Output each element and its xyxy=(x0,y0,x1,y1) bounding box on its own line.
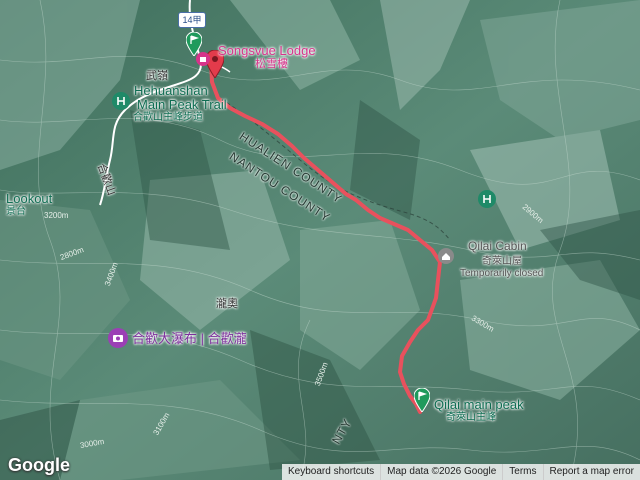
keyboard-shortcuts-link[interactable]: Keyboard shortcuts xyxy=(282,464,380,480)
qilai-cabin-label[interactable]: Qilai Cabin xyxy=(468,239,527,253)
qilai-cabin-sub: 奇萊山屋 xyxy=(482,256,522,267)
hehuan-trail-sub: 合歡山主峰步道 xyxy=(133,112,203,123)
attribution-bar: Keyboard shortcuts Map data ©2026 Google… xyxy=(281,464,640,480)
terms-link[interactable]: Terms xyxy=(502,464,542,480)
highway-shield: 14甲 xyxy=(178,12,206,28)
wuling-label: 武嶺 xyxy=(146,70,168,82)
map-canvas[interactable] xyxy=(0,0,640,480)
flag-icon xyxy=(413,387,431,413)
hiking-icon[interactable] xyxy=(112,92,130,115)
lookout-sub: 景台 xyxy=(6,206,26,217)
lunghe-label: 瀧奧 xyxy=(216,298,238,310)
hiking-icon[interactable] xyxy=(478,190,496,213)
hehuan-trail-label-2[interactable]: Main Peak Trail xyxy=(137,97,227,112)
waterfall-label[interactable]: 合歡大瀑布 | 合歡瀧 xyxy=(132,331,247,346)
qilai-peak-sub: 奇萊山主峰 xyxy=(446,412,496,423)
report-error-link[interactable]: Report a map error xyxy=(542,464,640,480)
cabin-icon[interactable] xyxy=(438,248,454,269)
qilai-peak-label[interactable]: Qilai main peak xyxy=(434,397,524,412)
songsvue-lodge-sub: 松雪樓 xyxy=(255,58,288,70)
lookout-label[interactable]: Lookout xyxy=(6,191,52,206)
summit-flag-marker[interactable] xyxy=(413,387,431,417)
songsvue-lodge-label[interactable]: Songsvue Lodge xyxy=(218,43,316,58)
contour-label: 3200m xyxy=(44,211,69,220)
map-data-text: Map data ©2026 Google xyxy=(380,464,502,480)
camera-icon[interactable] xyxy=(108,328,128,353)
google-logo: Google xyxy=(8,455,70,475)
qilai-cabin-status: Temporarily closed xyxy=(460,268,544,279)
lodge-icon[interactable] xyxy=(196,52,210,71)
